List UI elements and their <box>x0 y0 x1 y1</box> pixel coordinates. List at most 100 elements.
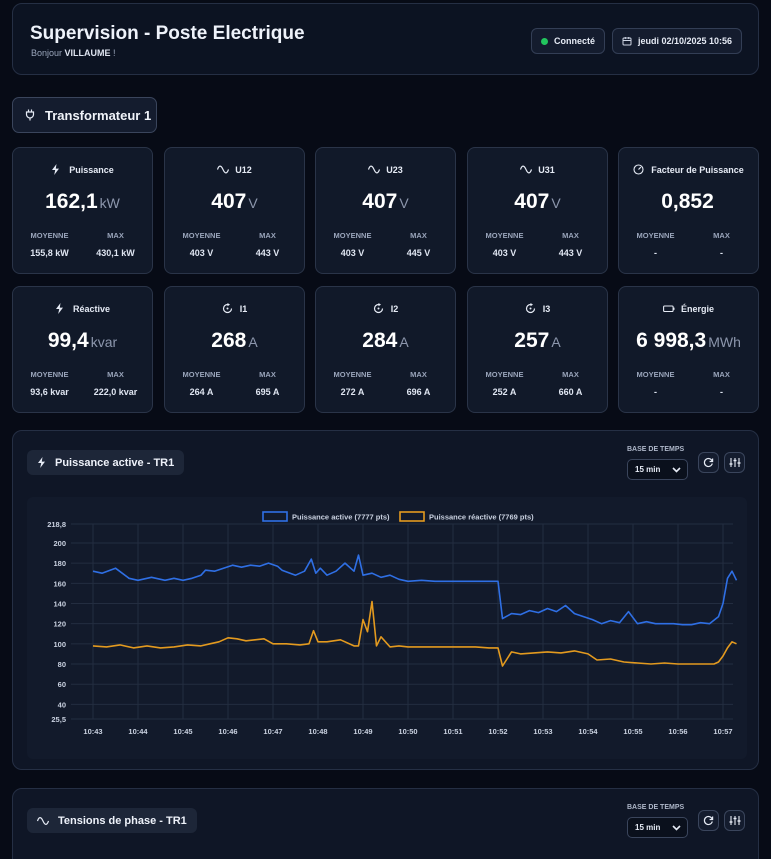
sliders-icon <box>729 816 740 825</box>
active-power-series-line <box>92 554 738 626</box>
connection-status-badge: Connecté <box>531 28 606 54</box>
metric-unit: A <box>248 334 258 350</box>
time-base-label: BASE DE TEMPS <box>627 446 685 453</box>
average-label: MOYENNE <box>333 231 372 240</box>
tension-time-base-select[interactable]: 15 min <box>627 817 688 838</box>
tab-transformateur-1[interactable]: Transformateur 1 <box>12 97 157 133</box>
average-label: MOYENNE <box>485 370 524 379</box>
refresh-button[interactable] <box>698 452 719 473</box>
metric-value: 257 <box>514 329 550 352</box>
power-chart-svg: 218,8 200 180 160 140 120 100 80 60 40 25,5 10:43 10… <box>47 511 738 736</box>
metric-card-header: I2 <box>316 303 455 314</box>
time-base-select[interactable]: 15 min <box>627 459 688 480</box>
metric-label: Réactive <box>72 303 111 314</box>
average-label: MOYENNE <box>636 370 675 379</box>
average-value: 252 A <box>492 387 517 397</box>
max-value: 695 A <box>255 387 280 397</box>
metric-stat-values: -- <box>619 248 758 258</box>
max-label: MAX <box>410 370 427 379</box>
tension-time-base-value: 15 min <box>635 823 661 832</box>
x-tick-label: 10:53 <box>533 727 552 736</box>
metric-unit: A <box>399 334 409 350</box>
max-value: 660 A <box>558 387 583 397</box>
chart-settings-button[interactable] <box>724 452 745 473</box>
metric-label: Facteur de Puissance <box>651 164 744 175</box>
max-value: 222,0 kvar <box>93 387 138 397</box>
x-tick-label: 10:46 <box>218 727 237 736</box>
refresh-icon <box>703 457 714 468</box>
metric-value-row: 284 A <box>316 329 455 353</box>
metric-unit: V <box>551 195 561 211</box>
metric-card-facteur-de-puissance: Facteur de Puissance 0,852 MOYENNE MAX - - <box>618 147 759 274</box>
status-dot-icon <box>541 37 548 45</box>
metric-stat-labels: MOYENNE MAX <box>316 370 455 379</box>
max-label: MAX <box>259 231 276 240</box>
power-chart: 218,8 200 180 160 140 120 100 80 60 40 25,5 10:43 10… <box>27 497 747 759</box>
tension-refresh-button[interactable] <box>698 810 719 831</box>
x-tick-label: 10:57 <box>713 727 732 736</box>
plug-icon <box>25 109 35 121</box>
average-label: MOYENNE <box>182 370 221 379</box>
metric-unit: V <box>248 195 258 211</box>
x-tick-label: 10:44 <box>128 727 148 736</box>
chevron-down-icon <box>672 466 681 473</box>
greeting: Bonjour VILLAUME ! <box>31 48 116 58</box>
metric-card-header: Énergie <box>619 303 758 314</box>
average-value: 403 V <box>189 248 214 258</box>
wave-icon <box>217 165 230 174</box>
greeting-prefix: Bonjour <box>31 48 63 58</box>
transformer-tab-label: Transformateur 1 <box>45 107 152 123</box>
y-tick-label: 218,8 <box>47 520 66 529</box>
metric-value-row: 162,1 kW <box>13 190 152 214</box>
page-title: Supervision - Poste Electrique <box>30 23 305 44</box>
y-tick-label: 160 <box>53 579 66 588</box>
bolt-icon <box>38 457 45 468</box>
calendar-icon <box>622 37 632 46</box>
metric-card-header: U12 <box>165 164 304 175</box>
max-label: MAX <box>562 231 579 240</box>
x-tick-label: 10:55 <box>623 727 642 736</box>
x-tick-label: 10:45 <box>173 727 192 736</box>
legend-swatch <box>262 511 288 522</box>
x-tick-label: 10:52 <box>488 727 507 736</box>
chevron-down-icon <box>672 824 681 831</box>
metric-card-i3: I3 257 A MOYENNE MAX 252 A 660 A <box>467 286 608 413</box>
metric-stat-values: 252 A 660 A <box>468 387 607 397</box>
power-chart-panel: Puissance active - TR1 BASE DE TEMPS 15 … <box>12 430 759 770</box>
max-value: - <box>720 248 723 258</box>
metric-value: 6 998,3 <box>636 329 707 352</box>
bolt-icon <box>52 164 60 175</box>
tension-chart-panel: Tensions de phase - TR1 BASE DE TEMPS 15… <box>12 788 759 859</box>
wave-icon <box>520 165 533 174</box>
user-name: VILLAUME <box>64 48 111 58</box>
max-value: 696 A <box>406 387 431 397</box>
power-chart-tab[interactable]: Puissance active - TR1 <box>27 450 185 475</box>
average-label: MOYENNE <box>636 231 675 240</box>
bolt-icon <box>55 303 63 314</box>
metric-value: 162,1 <box>45 190 98 213</box>
legend-swatch <box>399 511 425 522</box>
metric-card-i2: I2 284 A MOYENNE MAX 272 A 696 A <box>315 286 456 413</box>
legend-label: Puissance active (7777 pts) <box>292 513 390 522</box>
metric-label: U12 <box>235 164 252 175</box>
metric-stat-labels: MOYENNE MAX <box>468 231 607 240</box>
tension-settings-button[interactable] <box>724 810 745 831</box>
average-value: 403 V <box>340 248 365 258</box>
metric-label: I1 <box>239 303 248 314</box>
connection-status-label: Connecté <box>554 36 596 46</box>
metric-stat-labels: MOYENNE MAX <box>316 231 455 240</box>
metric-stat-values: 403 V 445 V <box>316 248 455 258</box>
metric-unit: kW <box>99 195 120 211</box>
reactive-power-series-line <box>92 600 737 667</box>
tension-chart-tab[interactable]: Tensions de phase - TR1 <box>27 808 197 833</box>
metric-card-r-active: Réactive 99,4 kvar MOYENNE MAX 93,6 kvar 222,0… <box>12 286 153 413</box>
refresh-icon <box>703 815 714 826</box>
current-icon <box>373 303 383 314</box>
metric-label: U31 <box>538 164 555 175</box>
average-label: MOYENNE <box>30 231 69 240</box>
average-label: MOYENNE <box>485 231 524 240</box>
x-tick-label: 10:56 <box>668 727 687 736</box>
metric-value-row: 407 V <box>165 190 304 214</box>
average-value: 93,6 kvar <box>30 387 69 397</box>
wave-icon <box>368 165 381 174</box>
